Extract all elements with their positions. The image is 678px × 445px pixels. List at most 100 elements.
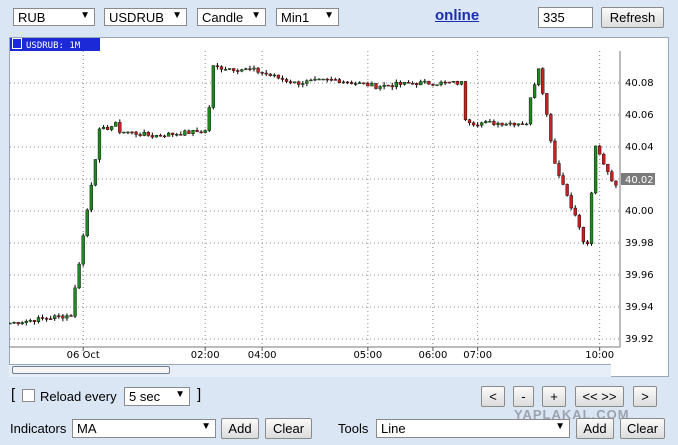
chevron-down-icon: ▼ <box>175 389 185 400</box>
reload-label: Reload every <box>40 389 117 404</box>
candle-body <box>175 134 179 136</box>
x-tick-label: 07:00 <box>463 350 492 361</box>
candle-body <box>28 320 32 322</box>
candle-body <box>545 93 549 115</box>
candle-body <box>443 81 447 84</box>
candle-body <box>24 320 28 323</box>
nav-expand-button[interactable]: << >> <box>575 386 624 407</box>
candle-body <box>20 322 24 324</box>
price-chart: 40.08 40.06 40.04 40.02 40.00 39.98 39.96 39.94… <box>9 51 655 361</box>
candle-body <box>610 171 614 182</box>
candle-body <box>49 318 53 320</box>
candle-body <box>410 83 415 85</box>
candle-body <box>431 83 435 86</box>
candle-body <box>77 263 81 289</box>
symbol-select-value: USDRUB <box>109 10 164 25</box>
indicator-select[interactable]: MA ▼ <box>72 419 216 438</box>
candle-body <box>248 68 252 70</box>
candle-body <box>179 134 183 136</box>
candle-body <box>581 227 586 243</box>
online-link[interactable]: online <box>435 7 479 24</box>
candle-body <box>223 69 228 71</box>
candle-body <box>187 130 191 134</box>
candle-body <box>9 322 12 325</box>
candle-body <box>553 140 557 164</box>
bars-count-input[interactable] <box>538 7 593 28</box>
candle-body <box>101 126 106 130</box>
candle-body <box>325 78 329 81</box>
candle-body <box>69 315 73 317</box>
candle-body <box>114 122 118 127</box>
symbol-select[interactable]: USDRUB ▼ <box>104 8 187 26</box>
chart-type-select-value: Candle <box>202 10 244 25</box>
candle-body <box>471 122 476 126</box>
chevron-down-icon: ▼ <box>555 421 565 432</box>
candle-body <box>272 74 276 77</box>
chevron-down-icon: ▼ <box>201 421 211 432</box>
candle-body <box>341 81 346 84</box>
candle-body <box>394 82 398 88</box>
candle-body <box>16 321 20 324</box>
candle-body <box>276 74 281 79</box>
candle-body <box>158 135 163 137</box>
candle-body <box>293 81 297 84</box>
indicators-label: Indicators <box>10 421 67 436</box>
chart-type-select[interactable]: Candle ▼ <box>197 8 266 26</box>
y-tick-label: 40.06 <box>625 110 654 121</box>
nav-back-button[interactable]: < <box>481 386 505 407</box>
tool-add-button[interactable]: Add <box>576 418 614 439</box>
candle-body <box>93 159 98 186</box>
candle-body <box>284 79 289 82</box>
candle-body <box>606 163 610 172</box>
refresh-button[interactable]: Refresh <box>601 7 664 28</box>
candle-body <box>602 154 606 165</box>
candle-body <box>423 80 427 83</box>
candle-body <box>484 121 488 124</box>
currency-select-value: RUB <box>18 10 46 25</box>
candle-body <box>203 130 207 133</box>
candle-body <box>195 130 199 133</box>
currency-select[interactable]: RUB ▼ <box>13 8 95 26</box>
candle-body <box>398 82 403 85</box>
zoom-out-button[interactable]: - <box>513 386 534 407</box>
candle-body <box>520 123 525 125</box>
candle-body <box>89 184 93 211</box>
candle-body <box>183 130 187 136</box>
reload-checkbox[interactable] <box>22 389 35 402</box>
candle-body <box>349 82 354 84</box>
indicator-clear-button[interactable]: Clear <box>265 418 312 439</box>
candle-body <box>252 67 256 70</box>
candle-body <box>337 79 342 83</box>
candle-body <box>232 68 236 71</box>
chart-scrollbar-thumb[interactable] <box>12 366 170 374</box>
zoom-in-button[interactable]: + <box>542 386 566 407</box>
candle-body <box>565 184 569 196</box>
candle-body <box>53 315 57 319</box>
y-tick-label: 40.00 <box>625 206 654 217</box>
candle-body <box>44 318 49 320</box>
x-tick-label: 04:00 <box>248 350 277 361</box>
candle-body <box>406 81 411 84</box>
indicator-add-button[interactable]: Add <box>221 418 259 439</box>
candle-body <box>500 122 504 126</box>
candle-body <box>244 68 248 70</box>
tool-clear-button[interactable]: Clear <box>620 418 665 439</box>
candle-body <box>378 86 382 89</box>
candle-body <box>370 83 374 87</box>
candle-body <box>541 68 545 94</box>
candle-body <box>199 131 203 134</box>
chevron-down-icon: ▼ <box>80 10 90 21</box>
candle-body <box>577 214 581 228</box>
reload-interval-select[interactable]: 5 sec ▼ <box>124 387 190 406</box>
candle-body <box>61 315 65 319</box>
timeframe-select-value: Min1 <box>281 10 310 25</box>
current-price-label: 40.02 <box>625 175 654 186</box>
candle-body <box>354 83 358 85</box>
tool-select[interactable]: Line ▼ <box>376 419 570 438</box>
nav-forward-button[interactable]: > <box>633 386 657 407</box>
candle-body <box>569 195 573 209</box>
x-tick-label: 05:00 <box>353 350 382 361</box>
candle-body <box>12 321 16 324</box>
candle-body <box>492 121 496 125</box>
timeframe-select[interactable]: Min1 ▼ <box>276 8 339 26</box>
